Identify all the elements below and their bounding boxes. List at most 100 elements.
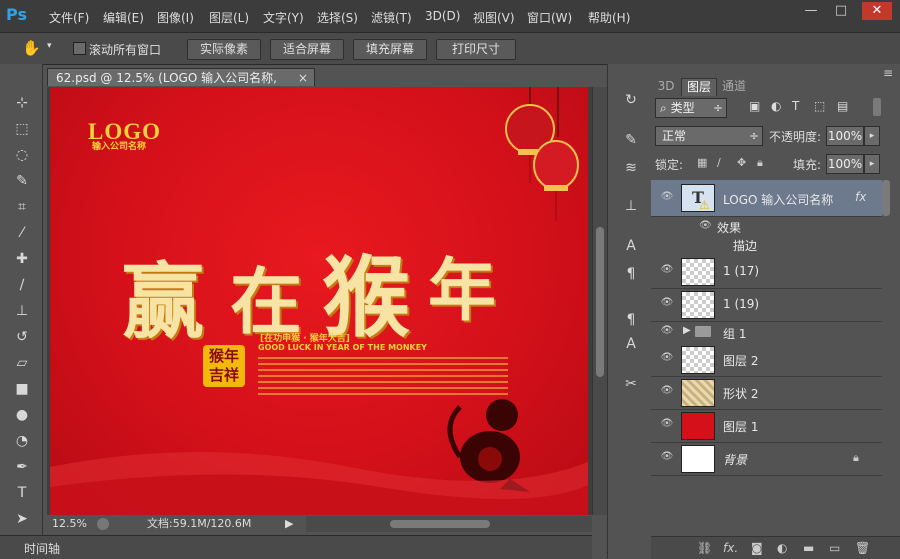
close-tab-icon[interactable]: ×: [298, 69, 308, 87]
marquee-tool-icon[interactable]: ⬚: [11, 120, 33, 138]
share-icon[interactable]: [97, 518, 109, 530]
hand-tool-icon[interactable]: ✋: [22, 39, 41, 57]
gradient-tool-icon[interactable]: ■: [11, 380, 33, 398]
layer-name[interactable]: 形状 2: [723, 385, 758, 402]
vertical-scrollbar[interactable]: [592, 87, 607, 515]
layer-name[interactable]: 图层 2: [723, 352, 758, 369]
tab-layers[interactable]: 图层: [681, 78, 717, 96]
opacity-input[interactable]: 100%: [826, 126, 864, 146]
delete-layer-icon[interactable]: 🗑︎: [855, 541, 870, 555]
brush-panel-icon[interactable]: ✎: [621, 130, 641, 150]
layer-row-group-1[interactable]: 👁︎ ▶ 组 1: [651, 322, 882, 345]
actual-pixels-button[interactable]: 实际像素: [187, 39, 261, 60]
lock-all-icon[interactable]: 🔒︎: [757, 156, 763, 170]
blend-mode-select[interactable]: 正常 ÷: [655, 126, 763, 146]
layer-row-logo-text[interactable]: 👁︎ T ⚠ LOGO 输入公司名称 fx: [651, 180, 882, 217]
new-layer-icon[interactable]: ▭: [829, 541, 840, 555]
layer-name[interactable]: 1 (19): [723, 297, 759, 311]
character-panel-icon[interactable]: A: [621, 236, 641, 256]
visibility-eye-icon[interactable]: 👁︎: [660, 385, 674, 396]
fill-screen-button[interactable]: 填充屏幕: [353, 39, 427, 60]
filter-smart-icon[interactable]: ▤: [837, 99, 848, 113]
menu-window[interactable]: 窗口(W): [527, 9, 572, 26]
close-button[interactable]: ✕: [862, 2, 892, 20]
clone-stamp-icon[interactable]: ⊥: [11, 302, 33, 320]
add-mask-icon[interactable]: ◙: [751, 541, 763, 555]
tab-channels[interactable]: 通道: [717, 78, 751, 95]
menu-file[interactable]: 文件(F): [49, 9, 89, 26]
layer-row-layer-2[interactable]: 👁︎ 图层 2: [651, 344, 882, 377]
layers-scroll-thumb[interactable]: [882, 180, 890, 216]
layer-row-layer-1[interactable]: 👁︎ 图层 1: [651, 410, 882, 443]
menu-3d[interactable]: 3D(D): [425, 9, 460, 23]
dropdown-arrow-icon[interactable]: ▾: [47, 41, 52, 51]
layer-name[interactable]: 背景: [723, 451, 747, 468]
filter-kind-select[interactable]: ⌕ 类型 ÷: [655, 98, 727, 118]
visibility-eye-icon[interactable]: 👁︎: [660, 352, 674, 363]
horizontal-scrollbar[interactable]: [306, 516, 592, 532]
visibility-eye-icon[interactable]: 👁︎: [660, 451, 674, 462]
scroll-all-checkbox[interactable]: [73, 42, 86, 55]
brush-tool-icon[interactable]: ∕: [11, 276, 33, 294]
fill-dropdown-icon[interactable]: ▸: [864, 154, 880, 174]
clone-source-icon[interactable]: ⊥: [621, 196, 641, 216]
healing-brush-icon[interactable]: ✚: [11, 250, 33, 268]
menu-type[interactable]: 文字(Y): [263, 9, 304, 26]
visibility-eye-icon[interactable]: 👁︎: [660, 191, 674, 202]
print-size-button[interactable]: 打印尺寸: [436, 39, 516, 60]
maximize-button[interactable]: □: [830, 2, 852, 20]
menu-select[interactable]: 选择(S): [317, 9, 358, 26]
move-tool-icon[interactable]: ⊹: [11, 94, 33, 112]
menu-edit[interactable]: 编辑(E): [103, 9, 144, 26]
quick-select-tool-icon[interactable]: ✎: [11, 172, 33, 190]
document-tab[interactable]: 62.psd @ 12.5% (LOGO 输入公司名称, CMYK/8*) ×: [47, 68, 315, 103]
lock-position-icon[interactable]: ✥: [737, 156, 746, 169]
layer-name[interactable]: 1 (17): [723, 264, 759, 278]
type-tool-icon[interactable]: T: [11, 484, 33, 502]
menu-image[interactable]: 图像(I): [157, 9, 194, 26]
layer-row-shape-2[interactable]: 👁︎ 形状 2: [651, 377, 882, 410]
horizontal-scroll-thumb[interactable]: [390, 520, 490, 528]
status-menu-arrow-icon[interactable]: ▶: [285, 516, 293, 532]
visibility-eye-icon[interactable]: 👁︎: [660, 418, 674, 429]
panel-menu-icon[interactable]: ≡: [883, 66, 893, 80]
link-layers-icon[interactable]: ⛓︎: [697, 541, 712, 555]
lasso-tool-icon[interactable]: ◌: [11, 146, 33, 164]
effects-eye-icon[interactable]: 👁︎: [699, 220, 712, 231]
tool-presets-icon[interactable]: ✂: [621, 374, 641, 394]
new-group-icon[interactable]: ▬: [803, 541, 814, 555]
group-expand-icon[interactable]: ▶: [683, 325, 691, 336]
char-styles-icon[interactable]: ¶: [621, 310, 641, 330]
zoom-level[interactable]: 12.5%: [52, 516, 87, 532]
fit-screen-button[interactable]: 适合屏幕: [270, 39, 344, 60]
vertical-scroll-thumb[interactable]: [596, 227, 604, 377]
layer-name[interactable]: 组 1: [723, 325, 746, 342]
layer-row-1-19[interactable]: 👁︎ 1 (19): [651, 289, 882, 322]
crop-tool-icon[interactable]: ⌗: [11, 198, 33, 216]
blur-tool-icon[interactable]: ●: [11, 406, 33, 424]
dodge-tool-icon[interactable]: ◔: [11, 432, 33, 450]
visibility-eye-icon[interactable]: 👁︎: [660, 264, 674, 275]
menu-filter[interactable]: 滤镜(T): [371, 9, 412, 26]
timeline-tab[interactable]: 时间轴: [24, 540, 60, 557]
filter-shape-icon[interactable]: ⬚: [814, 99, 825, 113]
filter-type-icon[interactable]: T: [792, 99, 799, 113]
fx-badge[interactable]: fx: [855, 190, 866, 204]
stroke-effect-label[interactable]: 描边: [733, 237, 757, 254]
brush-presets-icon[interactable]: ≋: [621, 158, 641, 178]
canvas[interactable]: LOGO 输入公司名称 赢 在 猴 年 [在功申猴 · 猴年大吉] GOOD L…: [50, 87, 588, 515]
visibility-eye-icon[interactable]: 👁︎: [660, 325, 674, 336]
filter-adjust-icon[interactable]: ◐: [771, 99, 781, 113]
menu-layer[interactable]: 图层(L): [209, 9, 249, 26]
minimize-button[interactable]: —: [800, 2, 822, 20]
history-brush-icon[interactable]: ↺: [11, 328, 33, 346]
lock-transparency-icon[interactable]: ▦: [697, 156, 707, 169]
path-select-icon[interactable]: ➤: [11, 510, 33, 528]
layer-name[interactable]: LOGO 输入公司名称: [723, 191, 833, 208]
filter-toggle[interactable]: [873, 98, 881, 116]
adjustment-layer-icon[interactable]: ◐: [777, 541, 787, 555]
tab-3d[interactable]: 3D: [653, 78, 679, 95]
layer-effects[interactable]: 👁︎ 效果 描边: [651, 217, 882, 258]
eyedropper-tool-icon[interactable]: ⁄: [11, 224, 33, 242]
filter-pixel-icon[interactable]: ▣: [749, 99, 760, 113]
